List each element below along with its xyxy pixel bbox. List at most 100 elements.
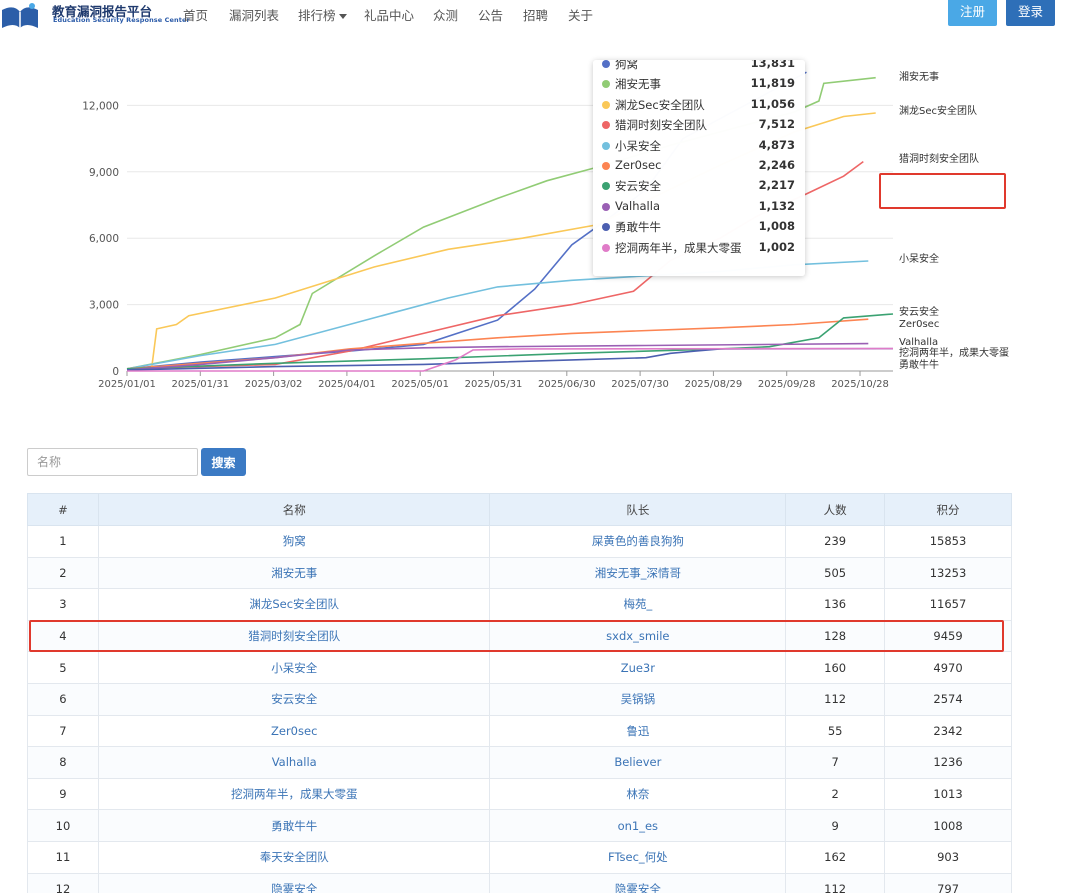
nav-jobs[interactable]: 招聘 <box>523 5 548 24</box>
table-row[interactable]: 11 奉天安全团队 FTsec_何处 162 903 <box>27 840 1012 874</box>
series-end-label: 猎洞时刻安全团队 <box>899 152 979 165</box>
captain-link[interactable]: 鲁迅 <box>489 714 787 748</box>
nav-gift-center[interactable]: 礼品中心 <box>364 5 414 24</box>
nav-vuln-list[interactable]: 漏洞列表 <box>229 5 279 24</box>
tooltip-series-name: 勇敢牛牛 <box>615 220 661 235</box>
captain-link[interactable]: 梅苑_ <box>489 588 787 621</box>
score-cell: 797 <box>884 872 1012 893</box>
team-name-link[interactable]: 隐雾安全 <box>97 872 491 893</box>
tooltip-series-value: 11,056 <box>750 96 795 111</box>
table-row[interactable]: 5 小呆安全 Zue3r 160 4970 <box>27 651 1012 684</box>
y-tick-label: 6,000 <box>89 233 119 245</box>
team-name-link[interactable]: Zer0sec <box>97 714 491 748</box>
rank-cell: 10 <box>27 809 99 842</box>
logo-icon[interactable] <box>0 0 40 30</box>
series-dot-icon <box>602 182 610 191</box>
x-tick-label: 2025/04/01 <box>318 379 376 390</box>
tooltip-item: 挖洞两年半，成果大零蛋 1,002 <box>593 238 805 258</box>
rank-cell: 11 <box>27 840 99 874</box>
captain-link[interactable]: 屎黄色的善良狗狗 <box>489 525 787 558</box>
captain-link[interactable]: on1_es <box>489 809 787 842</box>
tooltip-item: 勇敢牛牛 1,008 <box>593 217 805 237</box>
series-dot-icon <box>602 243 610 252</box>
table-row[interactable]: 10 勇敢牛牛 on1_es 9 1008 <box>27 809 1012 842</box>
tooltip-series-name: 猎洞时刻安全团队 <box>615 118 707 133</box>
search-button[interactable]: 搜索 <box>201 448 246 476</box>
team-name-link[interactable]: 湘安无事 <box>97 556 491 590</box>
score-cell: 1013 <box>884 777 1012 811</box>
team-name-link[interactable]: 渊龙Sec安全团队 <box>97 588 491 621</box>
members-cell: 112 <box>785 872 886 893</box>
team-name-link[interactable]: 小呆安全 <box>97 651 491 684</box>
table-row[interactable]: 3 渊龙Sec安全团队 梅苑_ 136 11657 <box>27 588 1012 621</box>
series-dot-icon <box>602 80 610 89</box>
table-row[interactable]: 7 Zer0sec 鲁迅 55 2342 <box>27 714 1012 748</box>
score-trend-chart[interactable]: 0 3,000 6,000 9,000 12,000 2025/01/01 2025/01/… <box>0 30 1080 400</box>
tooltip-series-value: 4,873 <box>758 137 795 152</box>
nav-home[interactable]: 首页 <box>183 5 208 24</box>
y-tick-label: 3,000 <box>89 300 119 312</box>
tooltip-series-value: 11,819 <box>750 76 795 91</box>
y-tick-label: 0 <box>112 366 119 378</box>
team-name-link[interactable]: Valhalla <box>97 746 491 779</box>
captain-link[interactable]: Zue3r <box>489 651 787 684</box>
team-ranking-table: # 名称 队长 人数 积分 1 狗窝 屎黄色的善良狗狗 239 15853 2 湘安无事 湘安… <box>27 493 1012 893</box>
members-cell: 112 <box>785 682 886 716</box>
x-tick-label: 2025/05/31 <box>465 379 523 390</box>
tooltip-series-name: 狗窝 <box>615 60 638 71</box>
table-row[interactable]: 8 Valhalla Believer 7 1236 <box>27 746 1012 779</box>
score-cell: 4970 <box>884 651 1012 684</box>
table-row[interactable]: 12 隐雾安全 隐雾安全 112 797 <box>27 872 1012 893</box>
tooltip-item: 猎洞时刻安全团队 7,512 <box>593 115 805 135</box>
tooltip-item: 安云安全 2,217 <box>593 176 805 196</box>
rank-cell: 5 <box>27 651 99 684</box>
team-name-link[interactable]: 狗窝 <box>97 525 491 558</box>
captain-link[interactable]: 隐雾安全 <box>489 872 787 893</box>
col-members-header: 人数 <box>785 493 886 526</box>
tooltip-item: Valhalla 1,132 <box>593 197 805 217</box>
captain-link[interactable]: Believer <box>489 746 787 779</box>
table-row[interactable]: 9 挖洞两年半，成果大零蛋 林奈 2 1013 <box>27 777 1012 811</box>
team-name-search-input[interactable] <box>27 448 198 476</box>
captain-link[interactable]: 吴锅锅 <box>489 682 787 716</box>
rank-cell: 8 <box>27 746 99 779</box>
team-name-link[interactable]: 勇敢牛牛 <box>97 809 491 842</box>
x-tick-label: 2025/05/01 <box>391 379 449 390</box>
table-row[interactable]: 6 安云安全 吴锅锅 112 2574 <box>27 682 1012 716</box>
register-button[interactable]: 注册 <box>948 0 997 26</box>
captain-link[interactable]: 林奈 <box>489 777 787 811</box>
captain-link[interactable]: FTsec_何处 <box>489 840 787 874</box>
nav-crowdtest[interactable]: 众测 <box>433 5 458 24</box>
series-end-label: 湘安无事 <box>899 70 939 83</box>
score-cell: 15853 <box>884 525 1012 558</box>
captain-link[interactable]: 湘安无事_深情哥 <box>489 556 787 590</box>
members-cell: 160 <box>785 651 886 684</box>
x-tick-label: 2025/09/28 <box>758 379 816 390</box>
tooltip-series-name: 渊龙Sec安全团队 <box>615 97 705 112</box>
team-name-link[interactable]: 挖洞两年半，成果大零蛋 <box>97 777 491 811</box>
table-row[interactable]: 1 狗窝 屎黄色的善良狗狗 239 15853 <box>27 525 1012 558</box>
series-dot-icon <box>602 202 610 211</box>
rank-cell: 1 <box>27 525 99 558</box>
members-cell: 2 <box>785 777 886 811</box>
members-cell: 136 <box>785 588 886 621</box>
tooltip-series-value: 1,132 <box>758 198 795 213</box>
tooltip-series-value: 2,246 <box>758 158 795 172</box>
x-tick-label: 2025/10/28 <box>831 379 889 390</box>
x-tick-label: 2025/03/02 <box>245 379 303 390</box>
score-cell: 903 <box>884 840 1012 874</box>
table-row[interactable]: 2 湘安无事 湘安无事_深情哥 505 13253 <box>27 556 1012 590</box>
team-name-link[interactable]: 安云安全 <box>97 682 491 716</box>
members-cell: 505 <box>785 556 886 590</box>
series-dot-icon <box>602 162 610 170</box>
nav-about[interactable]: 关于 <box>568 5 593 24</box>
nav-announcements[interactable]: 公告 <box>478 5 503 24</box>
score-cell: 1008 <box>884 809 1012 842</box>
tooltip-series-name: Valhalla <box>615 198 660 213</box>
col-name-header: 名称 <box>97 493 491 526</box>
login-button[interactable]: 登录 <box>1006 0 1055 26</box>
x-tick-label: 2025/01/01 <box>98 379 156 390</box>
members-cell: 162 <box>785 840 886 874</box>
team-name-link[interactable]: 奉天安全团队 <box>97 840 491 874</box>
nav-ranking[interactable]: 排行榜 <box>298 5 347 24</box>
